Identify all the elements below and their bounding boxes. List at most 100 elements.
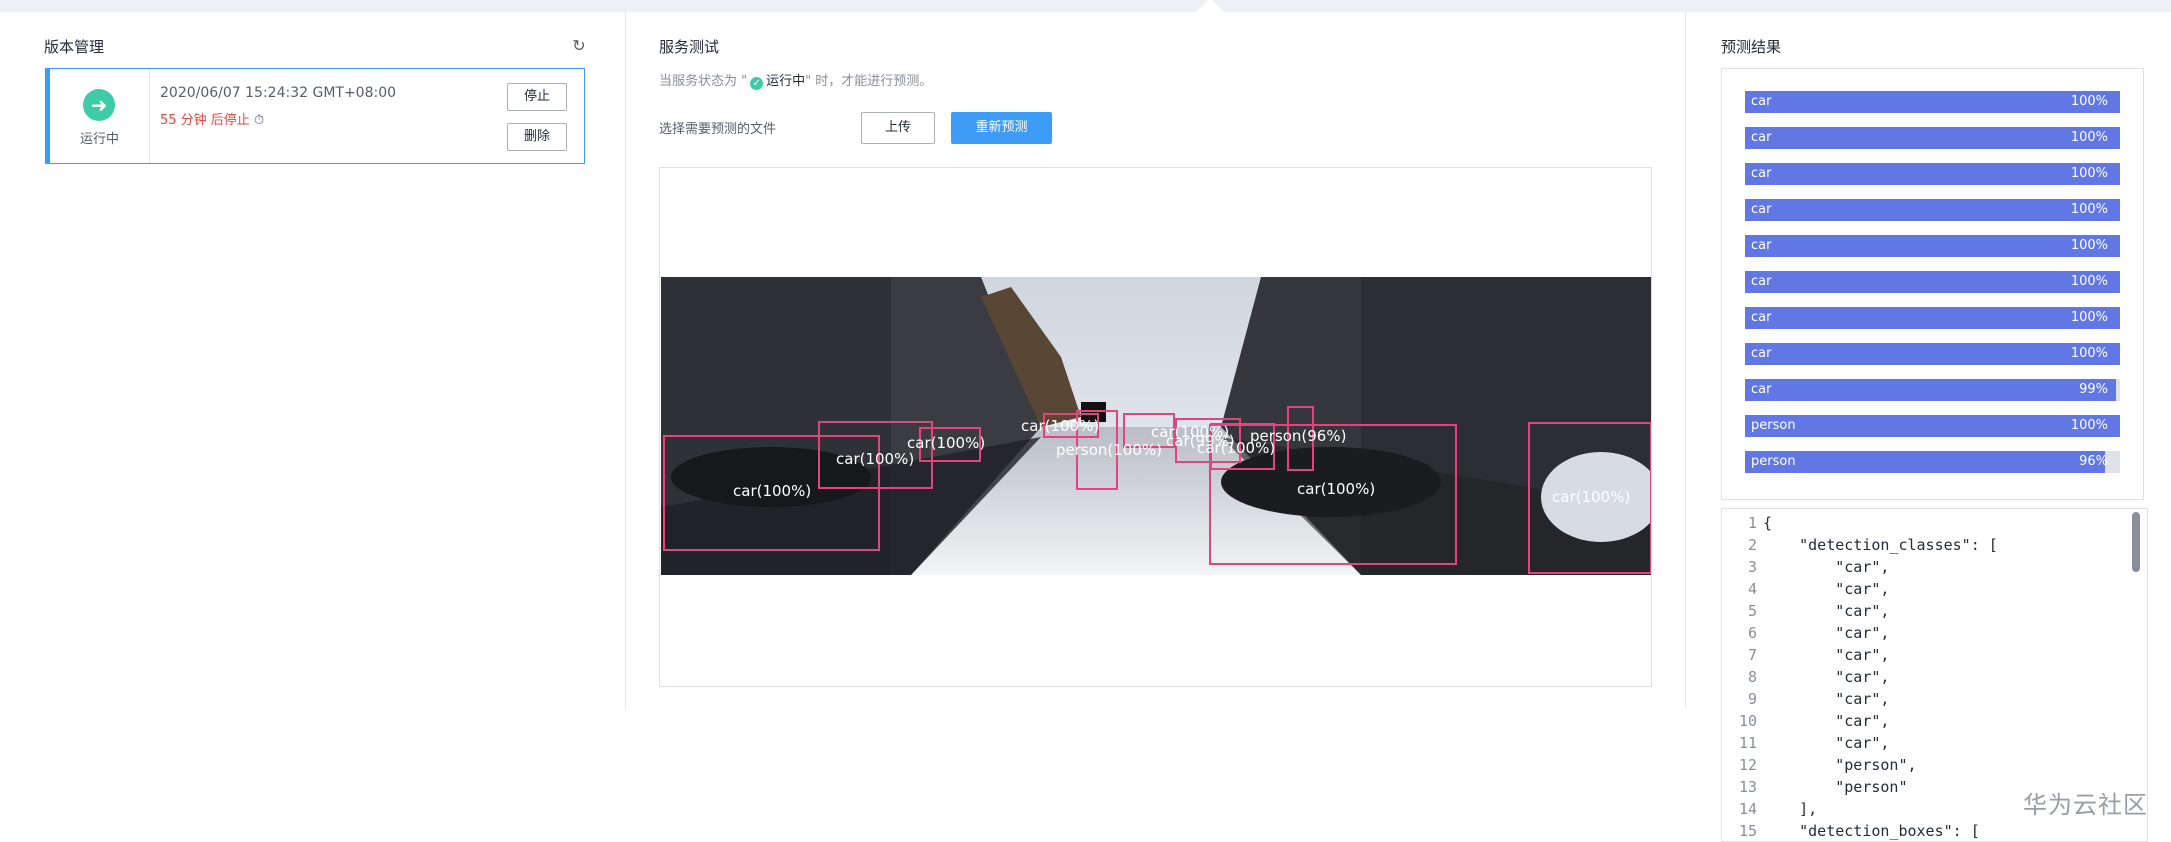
detection-label: car(100%) xyxy=(836,450,915,468)
panel-divider-right xyxy=(1685,12,1686,708)
upload-button[interactable]: 上传 xyxy=(861,112,935,144)
code-text: "car", xyxy=(1763,602,1890,620)
result-class: person xyxy=(1751,454,1796,469)
line-number: 6 xyxy=(1747,624,1757,642)
result-row: car 100% xyxy=(1745,163,2120,185)
code-text: { xyxy=(1763,514,1773,532)
detection-label: car(100%) xyxy=(1297,480,1376,498)
version-date: 2020/06/07 15:24:32 GMT+08:00 xyxy=(160,85,397,101)
result-row: car 99% xyxy=(1745,379,2120,401)
detection-label: car(100%) xyxy=(733,482,812,500)
detection-label: person(100%) xyxy=(1056,441,1163,459)
code-line: 1{ xyxy=(1722,514,1772,536)
line-number: 2 xyxy=(1747,536,1757,554)
code-text: "car", xyxy=(1763,734,1890,752)
code-line: 11 "car", xyxy=(1722,734,1890,756)
result-score-bar xyxy=(1745,451,2105,473)
result-percent: 96% xyxy=(2079,454,2108,469)
clock-icon: ⏱ xyxy=(253,113,265,128)
detection-label: car(100%) xyxy=(1021,417,1100,435)
line-number: 7 xyxy=(1747,646,1757,664)
version-management-title: 版本管理 xyxy=(44,38,105,56)
detection-label: person(96%) xyxy=(1250,427,1347,445)
result-percent: 100% xyxy=(2070,238,2108,253)
result-row: car 100% xyxy=(1745,307,2120,329)
result-score-bar xyxy=(1745,343,2120,365)
line-number: 4 xyxy=(1747,580,1757,598)
top-bar-notch xyxy=(1195,0,1225,27)
code-text: "car", xyxy=(1763,580,1890,598)
code-line: 8 "car", xyxy=(1722,668,1889,690)
line-number: 14 xyxy=(1738,800,1757,818)
result-percent: 100% xyxy=(2070,310,2108,325)
status-column: ➜ 运行中 xyxy=(50,69,150,163)
code-line: 6 "car", xyxy=(1722,624,1889,646)
result-row: car 100% xyxy=(1745,343,2120,365)
line-number: 11 xyxy=(1738,734,1757,752)
result-row: car 100% xyxy=(1745,199,2120,221)
code-text: "car", xyxy=(1763,668,1890,686)
repredict-button[interactable]: 重新预测 xyxy=(951,112,1052,144)
result-score-bar xyxy=(1745,199,2120,221)
result-percent: 100% xyxy=(2070,130,2108,145)
hint-suffix: " 时，才能进行预测。 xyxy=(805,74,933,89)
code-scrollbar[interactable] xyxy=(2132,512,2140,572)
result-score-bar xyxy=(1745,163,2120,185)
detection-labels: car(100%) car(100%) car(100%) car(100%) … xyxy=(661,277,1651,575)
result-percent: 100% xyxy=(2070,274,2108,289)
result-score-bar xyxy=(1745,91,2120,113)
code-text: "car", xyxy=(1763,558,1890,576)
result-score-bar xyxy=(1745,271,2120,293)
code-text: "detection_boxes": [ xyxy=(1763,822,1980,840)
result-percent: 99% xyxy=(2079,382,2108,397)
code-text: "car", xyxy=(1763,624,1890,642)
result-percent: 100% xyxy=(2070,202,2108,217)
hint-prefix: 当服务状态为 " xyxy=(659,74,748,89)
code-line: 13 "person" xyxy=(1722,778,1908,800)
result-percent: 100% xyxy=(2070,166,2108,181)
line-number: 10 xyxy=(1738,712,1757,730)
result-row: car 100% xyxy=(1745,127,2120,149)
prediction-result-title: 预测结果 xyxy=(1721,38,1782,56)
line-number: 8 xyxy=(1747,668,1757,686)
result-class: car xyxy=(1751,238,1772,253)
code-text: "person" xyxy=(1763,778,1908,796)
code-line: 10 "car", xyxy=(1722,712,1890,734)
delete-button[interactable]: 删除 xyxy=(507,123,567,151)
result-class: car xyxy=(1751,346,1772,361)
result-row: person 96% xyxy=(1745,451,2120,473)
hint-status: 运行中 xyxy=(766,74,806,89)
stop-button[interactable]: 停止 xyxy=(507,83,567,111)
result-score-bar xyxy=(1745,415,2120,437)
refresh-icon[interactable]: ↻ xyxy=(570,37,588,55)
panel-divider-left xyxy=(625,12,626,708)
status-label: 运行中 xyxy=(79,132,119,147)
code-line: 14 ], xyxy=(1722,800,1817,822)
code-line: 4 "car", xyxy=(1722,580,1889,602)
result-percent: 100% xyxy=(2070,418,2108,433)
line-number: 13 xyxy=(1738,778,1757,796)
top-bar xyxy=(0,0,2171,27)
result-row: car 100% xyxy=(1745,91,2120,113)
line-number: 12 xyxy=(1738,756,1757,774)
running-arrow-icon: ➜ xyxy=(83,89,115,121)
line-number: 1 xyxy=(1747,514,1757,532)
code-text: "person", xyxy=(1763,756,1917,774)
code-line: 5 "car", xyxy=(1722,602,1889,624)
remaining-text: 55 分钟 后停止 xyxy=(160,113,250,128)
result-class: car xyxy=(1751,94,1772,109)
code-line: 12 "person", xyxy=(1722,756,1917,778)
service-test-title: 服务测试 xyxy=(659,38,720,56)
result-row: person 100% xyxy=(1745,415,2120,437)
result-class: person xyxy=(1751,418,1796,433)
code-text: ], xyxy=(1763,800,1818,818)
result-class: car xyxy=(1751,274,1772,289)
code-text: "detection_classes": [ xyxy=(1763,536,1998,554)
select-file-label: 选择需要预测的文件 xyxy=(659,122,777,137)
result-class: car xyxy=(1751,382,1772,397)
result-class: car xyxy=(1751,130,1772,145)
line-number: 15 xyxy=(1738,822,1757,840)
version-card[interactable]: ➜ 运行中 2020/06/07 15:24:32 GMT+08:00 55 分… xyxy=(45,68,585,164)
result-score-bar xyxy=(1745,235,2120,257)
result-row: car 100% xyxy=(1745,235,2120,257)
